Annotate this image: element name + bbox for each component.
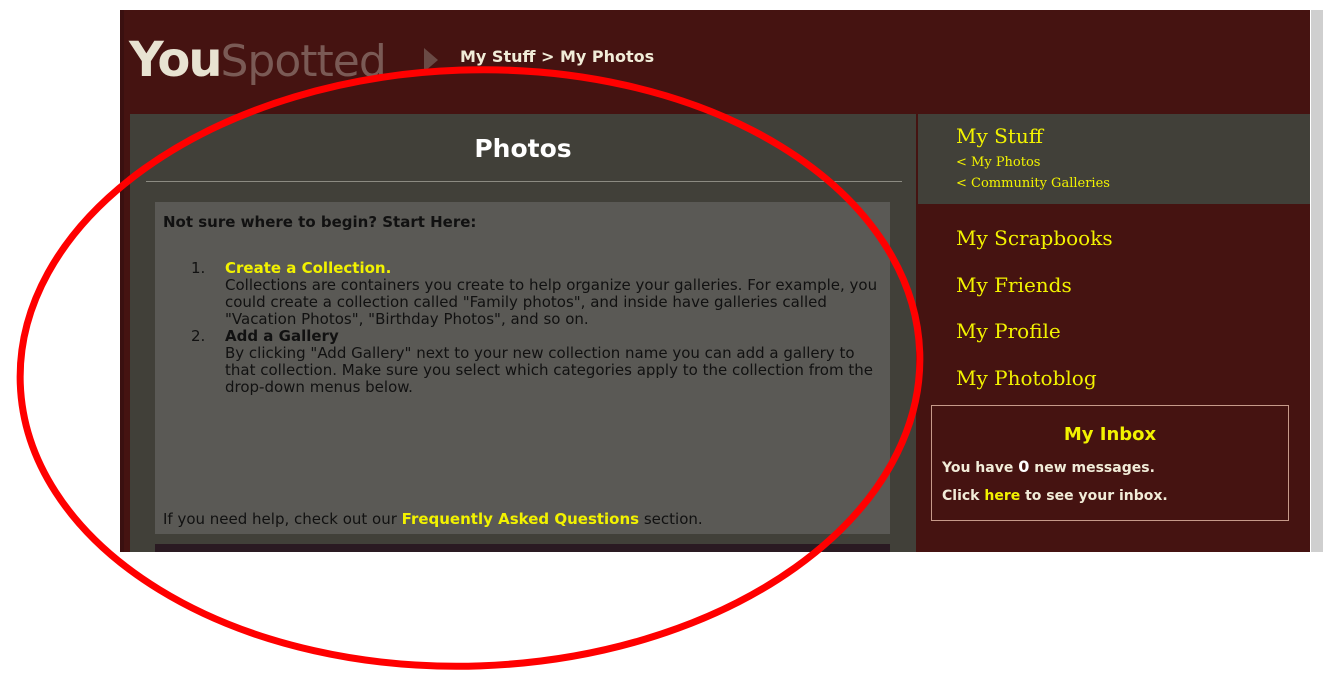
sidebar: My Stuff < My Photos < Community Galleri… [918, 114, 1310, 552]
main-panel: Photos Not sure where to begin? Start He… [130, 114, 916, 552]
list-item: 1. Create a Collection. Collections are … [163, 260, 883, 328]
sidebar-subitem-community-galleries[interactable]: < Community Galleries [956, 176, 1110, 191]
inbox-prefix: You have [942, 460, 1019, 476]
help-prefix: If you need help, check out our [163, 510, 402, 528]
step-number: 2. [191, 327, 206, 345]
add-gallery-title: Add a Gallery [225, 327, 339, 345]
title-divider [146, 181, 902, 182]
step-description: By clicking "Add Gallery" next to your n… [225, 344, 873, 396]
sidebar-item-my-friends[interactable]: My Friends [956, 273, 1072, 297]
step-number: 1. [191, 259, 206, 277]
create-collection-link[interactable]: Create a Collection. [225, 260, 883, 277]
help-suffix: section. [639, 510, 703, 528]
step-description: Collections are containers you create to… [225, 276, 878, 328]
inbox-suffix: new messages. [1029, 460, 1155, 476]
inbox-message-count: You have 0 new messages. [942, 457, 1155, 476]
sidebar-subitem-my-photos[interactable]: < My Photos [956, 155, 1040, 170]
start-here-box: Not sure where to begin? Start Here: 1. … [155, 202, 890, 534]
faq-link[interactable]: Frequently Asked Questions [402, 510, 639, 528]
scrollbar[interactable] [1311, 10, 1323, 552]
breadcrumb[interactable]: My Stuff > My Photos [460, 47, 654, 66]
sidebar-item-my-photoblog[interactable]: My Photoblog [956, 366, 1097, 390]
logo-you: You [129, 32, 222, 88]
inbox-box: My Inbox You have 0 new messages. Click … [931, 405, 1289, 521]
sidebar-item-my-scrapbooks[interactable]: My Scrapbooks [956, 226, 1113, 250]
message-count: 0 [1018, 457, 1030, 476]
inbox-title: My Inbox [1063, 424, 1157, 445]
inbox-here-link[interactable]: here [984, 488, 1020, 504]
inbox-link-line: Click here to see your inbox. [942, 488, 1168, 504]
header: You Spotted My Stuff > My Photos [124, 10, 1310, 114]
inbox-click-suffix: to see your inbox. [1020, 488, 1168, 504]
steps-list: 1. Create a Collection. Collections are … [163, 260, 883, 396]
list-item: 2. Add a Gallery By clicking "Add Galler… [163, 328, 883, 396]
breadcrumb-text[interactable]: My Stuff > My Photos [460, 47, 654, 66]
my-stuff-box: My Stuff < My Photos < Community Galleri… [918, 114, 1310, 204]
start-here-heading: Not sure where to begin? Start Here: [163, 213, 477, 231]
collections-strip [155, 544, 890, 552]
page: You Spotted My Stuff > My Photos Photos … [124, 10, 1310, 552]
help-text: If you need help, check out our Frequent… [163, 510, 703, 528]
page-title: Photos [474, 134, 572, 163]
sidebar-item-my-stuff[interactable]: My Stuff [956, 124, 1043, 148]
sidebar-item-my-profile[interactable]: My Profile [956, 319, 1061, 343]
logo-spotted: Spotted [220, 36, 387, 87]
breadcrumb-arrow-icon [424, 48, 438, 72]
logo[interactable]: You Spotted [129, 30, 387, 90]
inbox-click-prefix: Click [942, 488, 985, 504]
